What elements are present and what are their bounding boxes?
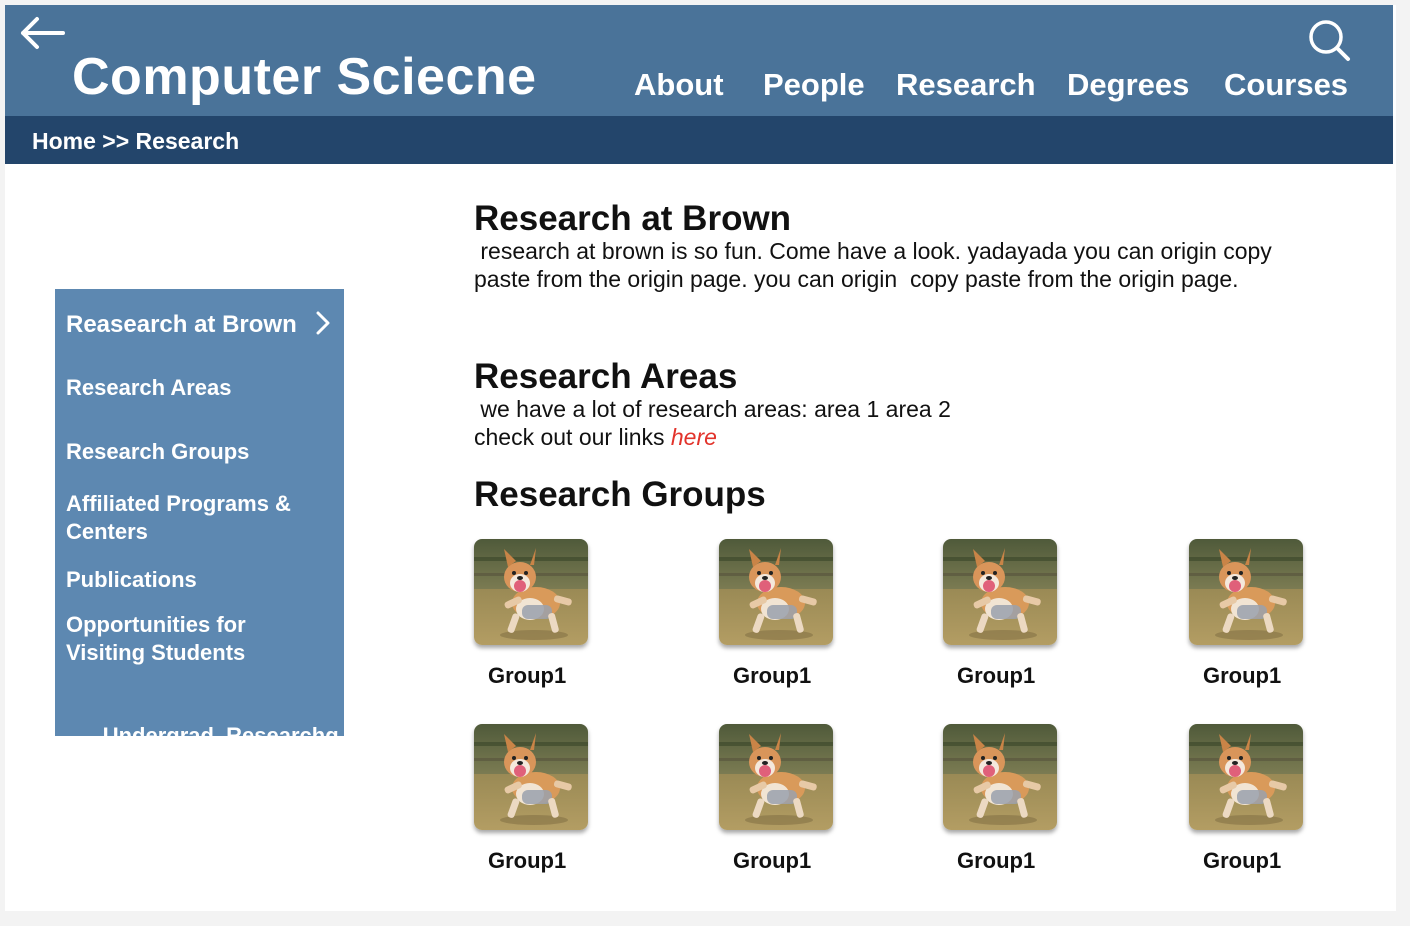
- chevron-right-icon: [316, 311, 330, 335]
- nav-degrees[interactable]: Degrees: [1067, 67, 1189, 107]
- group-photo: [474, 539, 588, 645]
- sidebar-item-research-at-brown[interactable]: Reasearch at Brown: [66, 311, 338, 339]
- site-title: Computer Sciecne: [72, 48, 537, 106]
- arrow-left-icon[interactable]: [15, 15, 67, 51]
- group-label: Group1: [488, 663, 567, 688]
- breadcrumb-bar: Home >> Research: [5, 116, 1393, 164]
- links-prefix: check out our links: [474, 424, 671, 450]
- nav-courses[interactable]: Courses: [1224, 67, 1348, 107]
- group-label: Group1: [957, 663, 1036, 688]
- sidebar-item-label: Affiliated Programs & Centers: [66, 491, 291, 544]
- group-photo: [719, 539, 833, 645]
- group-label: Group1: [733, 663, 812, 688]
- section-text-links: check out our links here: [474, 423, 1294, 451]
- group-photo: [1189, 539, 1303, 645]
- nav-about[interactable]: About: [634, 67, 724, 107]
- group-label: Group1: [1203, 663, 1282, 688]
- sidebar-item-label: Reasearch at Brown: [66, 311, 297, 338]
- group-photo: [943, 724, 1057, 830]
- sidebar-item-research-areas[interactable]: Research Areas: [66, 374, 338, 402]
- sidebar-item-label: Undergrad Researchg: [102, 723, 339, 748]
- sidebar-item-label: Research Areas: [66, 375, 232, 400]
- group-label: Group1: [1203, 848, 1282, 873]
- group-photo: [943, 539, 1057, 645]
- group-label: Group1: [488, 848, 567, 873]
- group-photo: [719, 724, 833, 830]
- group-label: Group1: [733, 848, 812, 873]
- section-text-research-areas: we have a lot of research areas: area 1 …: [474, 396, 951, 422]
- section-heading-research-groups: Research Groups: [474, 475, 766, 514]
- section-text-research-at-brown: research at brown is so fun. Come have a…: [474, 238, 1279, 292]
- group-photo: [474, 724, 588, 830]
- search-icon[interactable]: [1307, 18, 1351, 62]
- sidebar-nav: Reasearch at Brown Research Areas Resear…: [55, 289, 344, 748]
- sidebar-item-publications[interactable]: Publications: [66, 566, 338, 594]
- section-heading-research-areas: Research Areas: [474, 357, 738, 396]
- sidebar-item-visiting-students[interactable]: Opportunities for Visiting Students: [66, 611, 296, 667]
- group-photo: [1189, 724, 1303, 830]
- here-link[interactable]: here: [671, 424, 717, 450]
- nav-people[interactable]: People: [763, 67, 865, 107]
- nav-research[interactable]: Research: [896, 67, 1036, 107]
- sidebar-item-research-groups[interactable]: Research Groups: [66, 438, 338, 466]
- section-heading-research-at-brown: Research at Brown: [474, 199, 792, 238]
- sidebar-item-undergrad-research[interactable]: Undergrad Researchg: [66, 694, 339, 778]
- group-label: Group1: [957, 848, 1036, 873]
- page-frame: Computer Sciecne About People Research D…: [5, 5, 1396, 911]
- breadcrumb[interactable]: Home >> Research: [32, 128, 239, 155]
- site-header: Computer Sciecne About People Research D…: [5, 5, 1393, 116]
- sidebar-item-affiliated-programs[interactable]: Affiliated Programs & Centers: [66, 490, 338, 546]
- sidebar-item-label: Publications: [66, 567, 197, 592]
- sidebar-item-label: Opportunities for Visiting Students: [66, 612, 246, 665]
- sidebar-item-label: Research Groups: [66, 439, 250, 464]
